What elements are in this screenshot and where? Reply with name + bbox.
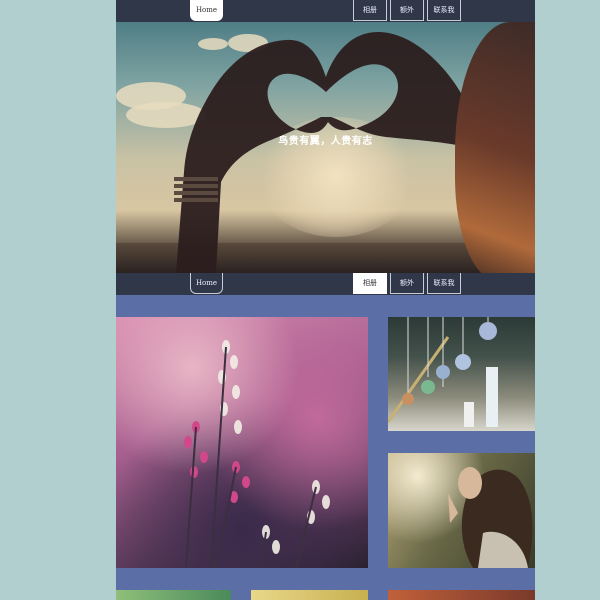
nav-album-link[interactable]: 相册 [353, 0, 387, 21]
wind-chimes-graphic [388, 317, 498, 427]
gallery-photo-wind-chimes[interactable] [388, 317, 535, 431]
gallery-photo-flowers[interactable] [116, 317, 368, 568]
gallery-photo-bottom-1[interactable] [116, 590, 231, 600]
top-nav-bar: Home 相册 额外 联系我 [116, 0, 535, 22]
gallery-photo-bottom-2[interactable] [251, 590, 368, 600]
hero-banner: 鸟贵有翼，人贵有志 [116, 22, 535, 273]
nav-home-link[interactable]: Home [190, 0, 223, 21]
girl-portrait-graphic [448, 467, 533, 568]
gallery-photo-bottom-3[interactable] [388, 590, 535, 600]
nav-contact-link[interactable]: 联系我 [427, 273, 461, 294]
secondary-nav-bar: Home 相册 额外 联系我 [116, 273, 535, 295]
nav-contact-link[interactable]: 联系我 [427, 0, 461, 21]
nav-album-link[interactable]: 相册 [353, 273, 387, 294]
hero-slogan: 鸟贵有翼，人贵有志 [278, 136, 373, 147]
nav-home-link[interactable]: Home [190, 273, 223, 294]
flower-stems-graphic [184, 340, 330, 568]
page-container: Home 相册 额外 联系我 鸟贵有翼，人贵有志 Home 相册 额外 联系我 [116, 0, 535, 600]
nav-outside-link[interactable]: 额外 [390, 0, 424, 21]
nav-outside-link[interactable]: 额外 [390, 273, 424, 294]
gallery-photo-girl[interactable] [388, 453, 535, 568]
